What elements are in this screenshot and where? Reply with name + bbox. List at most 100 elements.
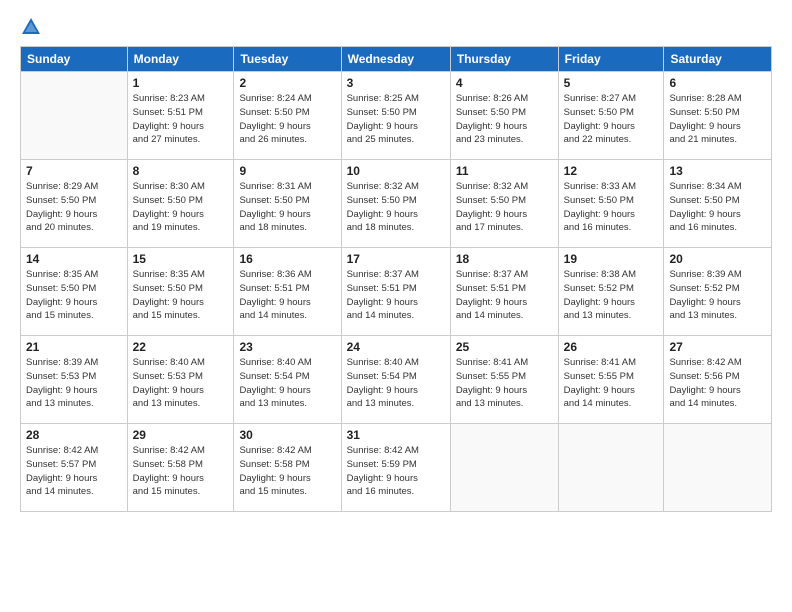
day-info: Sunrise: 8:41 AM Sunset: 5:55 PM Dayligh… (456, 356, 553, 411)
calendar-cell: 23 Sunrise: 8:40 AM Sunset: 5:54 PM Dayli… (234, 336, 341, 424)
day-info: Sunrise: 8:32 AM Sunset: 5:50 PM Dayligh… (456, 180, 553, 235)
day-info: Sunrise: 8:39 AM Sunset: 5:53 PM Dayligh… (26, 356, 122, 411)
calendar-cell: 29 Sunrise: 8:42 AM Sunset: 5:58 PM Dayli… (127, 424, 234, 512)
calendar-cell: 5Sunrise: 8:27 AM Sunset: 5:50 PM Daylig… (558, 72, 664, 160)
calendar-cell: 26 Sunrise: 8:41 AM Sunset: 5:55 PM Dayli… (558, 336, 664, 424)
day-header-thursday: Thursday (450, 47, 558, 72)
calendar-header-row: SundayMondayTuesdayWednesdayThursdayFrid… (21, 47, 772, 72)
day-number: 6 (669, 76, 766, 90)
day-number: 18 (456, 252, 553, 266)
day-info: Sunrise: 8:31 AM Sunset: 5:50 PM Dayligh… (239, 180, 335, 235)
day-info: Sunrise: 8:42 AM Sunset: 5:59 PM Dayligh… (347, 444, 445, 499)
calendar-cell: 12 Sunrise: 8:33 AM Sunset: 5:50 PM Dayli… (558, 160, 664, 248)
day-number: 12 (564, 164, 659, 178)
calendar-cell: 25 Sunrise: 8:41 AM Sunset: 5:55 PM Dayli… (450, 336, 558, 424)
calendar-cell: 18 Sunrise: 8:37 AM Sunset: 5:51 PM Dayli… (450, 248, 558, 336)
day-header-tuesday: Tuesday (234, 47, 341, 72)
day-info: Sunrise: 8:41 AM Sunset: 5:55 PM Dayligh… (564, 356, 659, 411)
calendar-cell: 24Sunrise: 8:40 AM Sunset: 5:54 PM Dayli… (341, 336, 450, 424)
day-number: 27 (669, 340, 766, 354)
calendar-cell (558, 424, 664, 512)
day-info: Sunrise: 8:40 AM Sunset: 5:54 PM Dayligh… (347, 356, 445, 411)
day-number: 2 (239, 76, 335, 90)
day-number: 22 (133, 340, 229, 354)
day-header-saturday: Saturday (664, 47, 772, 72)
day-info: Sunrise: 8:39 AM Sunset: 5:52 PM Dayligh… (669, 268, 766, 323)
day-info: Sunrise: 8:35 AM Sunset: 5:50 PM Dayligh… (26, 268, 122, 323)
day-number: 30 (239, 428, 335, 442)
day-number: 15 (133, 252, 229, 266)
calendar-cell (450, 424, 558, 512)
calendar-cell: 20 Sunrise: 8:39 AM Sunset: 5:52 PM Dayli… (664, 248, 772, 336)
day-info: Sunrise: 8:28 AM Sunset: 5:50 PM Dayligh… (669, 92, 766, 147)
logo (20, 16, 46, 38)
day-number: 25 (456, 340, 553, 354)
calendar-cell: 16Sunrise: 8:36 AM Sunset: 5:51 PM Dayli… (234, 248, 341, 336)
day-header-wednesday: Wednesday (341, 47, 450, 72)
week-row-5: 28 Sunrise: 8:42 AM Sunset: 5:57 PM Dayli… (21, 424, 772, 512)
calendar-cell (21, 72, 128, 160)
day-info: Sunrise: 8:32 AM Sunset: 5:50 PM Dayligh… (347, 180, 445, 235)
header (20, 16, 772, 38)
calendar-cell: 15 Sunrise: 8:35 AM Sunset: 5:50 PM Dayli… (127, 248, 234, 336)
calendar-cell: 22 Sunrise: 8:40 AM Sunset: 5:53 PM Dayli… (127, 336, 234, 424)
day-info: Sunrise: 8:42 AM Sunset: 5:58 PM Dayligh… (239, 444, 335, 499)
day-info: Sunrise: 8:42 AM Sunset: 5:57 PM Dayligh… (26, 444, 122, 499)
day-number: 3 (347, 76, 445, 90)
day-header-sunday: Sunday (21, 47, 128, 72)
calendar-cell: 10 Sunrise: 8:32 AM Sunset: 5:50 PM Dayli… (341, 160, 450, 248)
day-header-friday: Friday (558, 47, 664, 72)
day-info: Sunrise: 8:37 AM Sunset: 5:51 PM Dayligh… (456, 268, 553, 323)
day-number: 10 (347, 164, 445, 178)
day-number: 9 (239, 164, 335, 178)
day-info: Sunrise: 8:27 AM Sunset: 5:50 PM Dayligh… (564, 92, 659, 147)
calendar-cell: 21 Sunrise: 8:39 AM Sunset: 5:53 PM Dayli… (21, 336, 128, 424)
calendar-cell: 27 Sunrise: 8:42 AM Sunset: 5:56 PM Dayli… (664, 336, 772, 424)
day-info: Sunrise: 8:30 AM Sunset: 5:50 PM Dayligh… (133, 180, 229, 235)
calendar-cell: 17Sunrise: 8:37 AM Sunset: 5:51 PM Dayli… (341, 248, 450, 336)
day-number: 11 (456, 164, 553, 178)
day-info: Sunrise: 8:34 AM Sunset: 5:50 PM Dayligh… (669, 180, 766, 235)
day-number: 20 (669, 252, 766, 266)
day-info: Sunrise: 8:40 AM Sunset: 5:53 PM Dayligh… (133, 356, 229, 411)
calendar-table: SundayMondayTuesdayWednesdayThursdayFrid… (20, 46, 772, 512)
day-number: 29 (133, 428, 229, 442)
calendar-cell: 28 Sunrise: 8:42 AM Sunset: 5:57 PM Dayli… (21, 424, 128, 512)
day-info: Sunrise: 8:29 AM Sunset: 5:50 PM Dayligh… (26, 180, 122, 235)
calendar-cell: 7Sunrise: 8:29 AM Sunset: 5:50 PM Daylig… (21, 160, 128, 248)
day-number: 23 (239, 340, 335, 354)
day-info: Sunrise: 8:25 AM Sunset: 5:50 PM Dayligh… (347, 92, 445, 147)
day-info: Sunrise: 8:35 AM Sunset: 5:50 PM Dayligh… (133, 268, 229, 323)
day-number: 4 (456, 76, 553, 90)
day-number: 31 (347, 428, 445, 442)
day-number: 19 (564, 252, 659, 266)
day-info: Sunrise: 8:23 AM Sunset: 5:51 PM Dayligh… (133, 92, 229, 147)
day-number: 28 (26, 428, 122, 442)
day-number: 8 (133, 164, 229, 178)
week-row-2: 7Sunrise: 8:29 AM Sunset: 5:50 PM Daylig… (21, 160, 772, 248)
day-number: 26 (564, 340, 659, 354)
day-number: 16 (239, 252, 335, 266)
day-info: Sunrise: 8:26 AM Sunset: 5:50 PM Dayligh… (456, 92, 553, 147)
week-row-4: 21 Sunrise: 8:39 AM Sunset: 5:53 PM Dayli… (21, 336, 772, 424)
calendar-cell: 2Sunrise: 8:24 AM Sunset: 5:50 PM Daylig… (234, 72, 341, 160)
logo-icon (20, 16, 42, 38)
calendar-cell: 14 Sunrise: 8:35 AM Sunset: 5:50 PM Dayli… (21, 248, 128, 336)
day-info: Sunrise: 8:42 AM Sunset: 5:58 PM Dayligh… (133, 444, 229, 499)
day-info: Sunrise: 8:37 AM Sunset: 5:51 PM Dayligh… (347, 268, 445, 323)
day-number: 14 (26, 252, 122, 266)
calendar-cell: 3 Sunrise: 8:25 AM Sunset: 5:50 PM Daylig… (341, 72, 450, 160)
calendar-cell: 4 Sunrise: 8:26 AM Sunset: 5:50 PM Daylig… (450, 72, 558, 160)
day-number: 21 (26, 340, 122, 354)
page: SundayMondayTuesdayWednesdayThursdayFrid… (0, 0, 792, 612)
calendar-cell: 6 Sunrise: 8:28 AM Sunset: 5:50 PM Daylig… (664, 72, 772, 160)
day-info: Sunrise: 8:40 AM Sunset: 5:54 PM Dayligh… (239, 356, 335, 411)
day-info: Sunrise: 8:42 AM Sunset: 5:56 PM Dayligh… (669, 356, 766, 411)
week-row-1: 1 Sunrise: 8:23 AM Sunset: 5:51 PM Daylig… (21, 72, 772, 160)
calendar-cell: 8 Sunrise: 8:30 AM Sunset: 5:50 PM Daylig… (127, 160, 234, 248)
day-number: 1 (133, 76, 229, 90)
day-info: Sunrise: 8:33 AM Sunset: 5:50 PM Dayligh… (564, 180, 659, 235)
calendar-cell: 31 Sunrise: 8:42 AM Sunset: 5:59 PM Dayli… (341, 424, 450, 512)
calendar-cell: 11 Sunrise: 8:32 AM Sunset: 5:50 PM Dayli… (450, 160, 558, 248)
calendar-cell: 1 Sunrise: 8:23 AM Sunset: 5:51 PM Daylig… (127, 72, 234, 160)
